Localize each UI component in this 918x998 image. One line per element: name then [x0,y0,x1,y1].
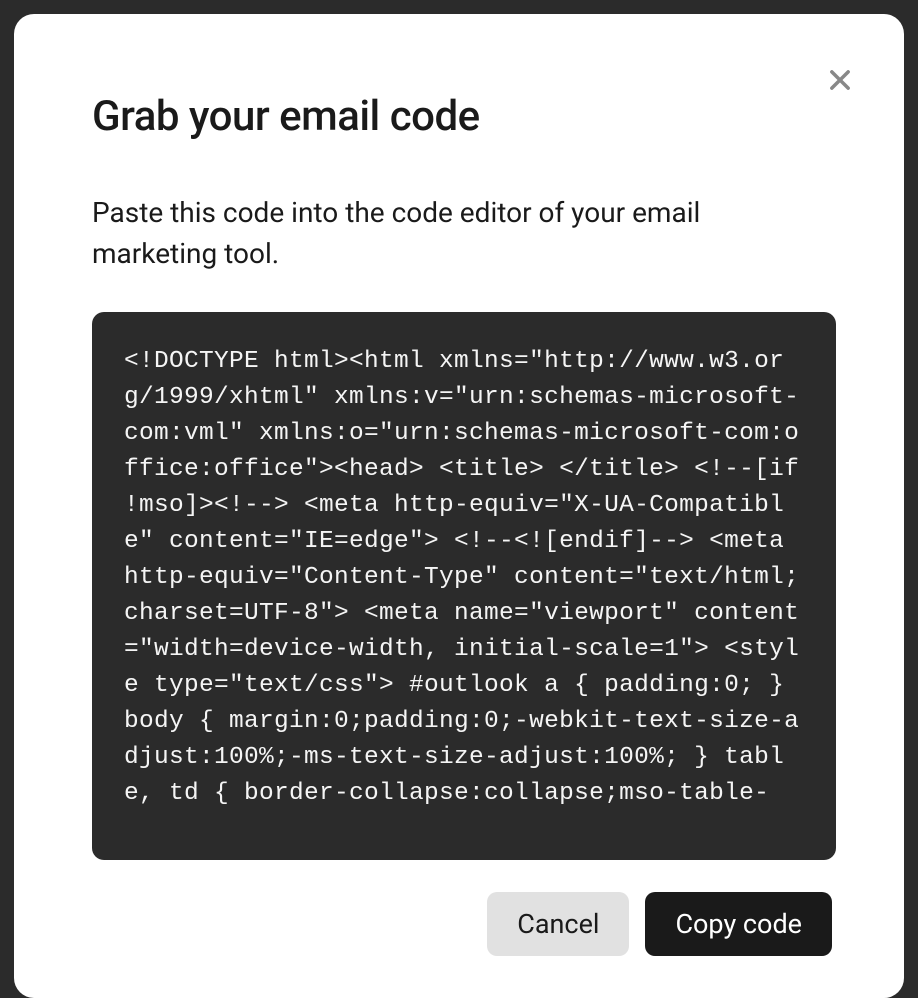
modal-content: Grab your email code Paste this code int… [14,14,904,860]
cancel-button[interactable]: Cancel [487,892,629,956]
copy-code-button[interactable]: Copy code [645,892,832,956]
email-code-modal: Grab your email code Paste this code int… [14,14,904,998]
modal-title: Grab your email code [92,92,836,141]
code-text: <!DOCTYPE html><html xmlns="http://www.w… [124,344,804,812]
close-button[interactable] [824,64,856,96]
close-icon [826,66,854,94]
button-row: Cancel Copy code [14,860,904,998]
modal-overlay: Grab your email code Paste this code int… [0,0,918,998]
code-box[interactable]: <!DOCTYPE html><html xmlns="http://www.w… [92,312,836,860]
modal-description: Paste this code into the code editor of … [92,193,742,274]
